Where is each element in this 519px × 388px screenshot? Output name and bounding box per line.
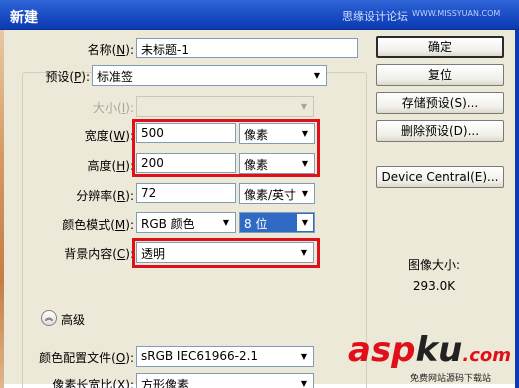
watermark-url: WWW.MISSYUAN.COM [412, 9, 501, 18]
size-select: ▼ [136, 96, 314, 117]
width-label: 宽度(W): [84, 129, 134, 143]
preset-label: 预设(P): [45, 70, 90, 84]
resolution-unit-select[interactable]: 像素/英寸 ▼ [239, 183, 315, 204]
chevron-down-icon: ▼ [297, 185, 313, 202]
window-right-border [515, 30, 519, 388]
resolution-label: 分辨率(R): [76, 189, 134, 203]
background-label: 背景内容(C): [64, 247, 134, 261]
aspku-logo-subtitle: 免费网站源码下载站 [410, 374, 492, 384]
resolution-input[interactable]: 72 [136, 183, 236, 203]
color-mode-label: 颜色模式(M): [62, 218, 134, 232]
aspku-logo: aspku.com [348, 330, 511, 370]
double-chevron-up-icon[interactable]: ︽ [41, 310, 57, 326]
pixel-aspect-label: 像素长宽比(X): [52, 378, 134, 388]
save-preset-button[interactable]: 存储预设(S)... [376, 92, 504, 114]
pixel-aspect-value: 方形像素 [141, 378, 190, 388]
color-mode-value: RGB 颜色 [141, 217, 195, 231]
chevron-down-icon: ▼ [296, 348, 312, 365]
image-size-value: 293.0K [412, 279, 456, 293]
reset-button[interactable]: 复位 [376, 64, 504, 86]
preset-select[interactable]: 标准签 ▼ [92, 65, 327, 86]
device-central-button[interactable]: Device Central(E)... [376, 166, 504, 188]
chevron-down-icon: ▼ [218, 214, 234, 231]
image-size-label: 图像大小: [407, 258, 461, 272]
chevron-down-icon: ▼ [296, 98, 312, 115]
window-title: 新建 [10, 10, 38, 26]
pixel-aspect-select[interactable]: 方形像素 ▼ [136, 373, 314, 388]
size-label: 大小(I): [93, 101, 134, 115]
chevron-down-icon: ▼ [296, 375, 312, 388]
bit-depth-value: 8 位 [244, 217, 268, 231]
name-input[interactable]: 未标题-1 [136, 38, 358, 58]
color-profile-value: sRGB IEC61966-2.1 [141, 349, 259, 363]
height-label: 高度(H): [87, 159, 134, 173]
width-height-highlight [132, 119, 320, 177]
resolution-unit-value: 像素/英寸 [244, 188, 297, 202]
preset-value: 标准签 [97, 70, 134, 84]
advanced-label: 高级 [61, 313, 86, 327]
chevron-down-icon: ▼ [309, 67, 325, 84]
color-mode-select[interactable]: RGB 颜色 ▼ [136, 212, 236, 233]
color-profile-label: 颜色配置文件(O): [39, 351, 134, 365]
title-bar: 新建 思缘设计论坛 WWW.MISSYUAN.COM [0, 0, 519, 30]
ok-button[interactable]: 确定 [376, 36, 504, 58]
chevron-down-icon: ▼ [297, 214, 313, 231]
delete-preset-button[interactable]: 删除预设(D)... [376, 120, 504, 142]
watermark-text: 思缘设计论坛 [342, 10, 408, 23]
bit-depth-select[interactable]: 8 位 ▼ [239, 212, 315, 233]
background-highlight [132, 238, 320, 268]
color-profile-select[interactable]: sRGB IEC61966-2.1 ▼ [136, 346, 314, 367]
name-label: 名称(N): [87, 43, 134, 57]
